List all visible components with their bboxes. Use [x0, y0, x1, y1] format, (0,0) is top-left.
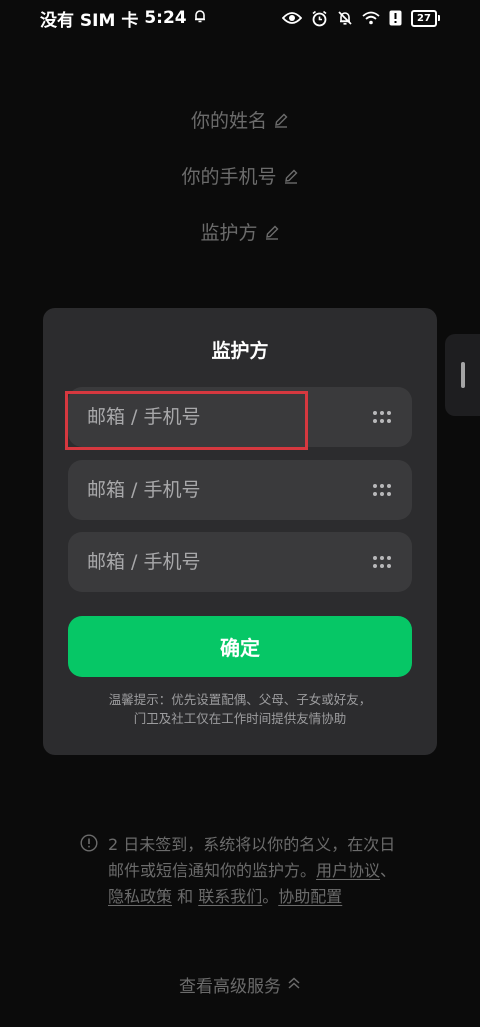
guardian-field[interactable]: 监护方 — [0, 218, 480, 245]
alert-icon — [389, 10, 402, 26]
pencil-icon — [264, 224, 280, 240]
notice-text: 2 日未签到，系统将以你的名义，在次日邮件或短信通知你的监护方。用户协议、隐私政… — [108, 832, 408, 910]
eye-icon — [282, 11, 302, 25]
status-right: 27 — [282, 9, 440, 27]
app-screen: 没有 SIM 卡 5:24 27 你的姓名 你的手机号 监护方 监护方 邮箱 /… — [0, 0, 480, 1027]
contacts-picker-icon[interactable] — [372, 554, 392, 570]
guardian-contact-input-2[interactable] — [68, 460, 348, 520]
battery-tip — [438, 15, 440, 21]
guardian-contact-input-1[interactable] — [68, 387, 348, 447]
handle-bar — [461, 362, 465, 388]
advanced-services-toggle[interactable]: 查看高级服务 — [0, 972, 480, 997]
double-chevron-up-icon — [287, 975, 301, 995]
tip-text: 温馨提示：优先设置配偶、父母、子女或好友， 门卫及社工仅在工作时间提供友情协助 — [63, 690, 417, 728]
carrier-text: 没有 SIM 卡 — [40, 10, 139, 31]
status-left: 没有 SIM 卡 5:24 — [40, 6, 207, 31]
guardian-contact-input-3[interactable] — [68, 532, 348, 592]
contact-us-link[interactable]: 联系我们 — [198, 887, 262, 906]
guardian-input-row-1 — [68, 387, 412, 447]
dialog-title: 监护方 — [211, 340, 269, 362]
contacts-picker-icon[interactable] — [372, 409, 392, 425]
status-bar: 没有 SIM 卡 5:24 27 — [0, 0, 480, 36]
phone-field[interactable]: 你的手机号 — [0, 162, 480, 189]
pencil-icon — [273, 112, 289, 128]
name-label: 你的姓名 — [190, 110, 267, 132]
alarm-icon — [311, 10, 328, 27]
guardian-input-row-3 — [68, 532, 412, 592]
separator: 和 — [172, 887, 199, 906]
privacy-policy-link[interactable]: 隐私政策 — [108, 887, 172, 906]
name-field[interactable]: 你的姓名 — [0, 106, 480, 133]
tip-line-2: 门卫及社工仅在工作时间提供友情协助 — [133, 711, 347, 726]
separator: 。 — [262, 887, 279, 906]
info-icon — [80, 834, 98, 852]
battery-indicator: 27 — [411, 9, 440, 27]
pencil-icon — [283, 168, 299, 184]
user-agreement-link[interactable]: 用户协议 — [316, 861, 380, 880]
confirm-button[interactable]: 确定 — [68, 616, 412, 677]
tip-line-1: 温馨提示：优先设置配偶、父母、子女或好友， — [108, 692, 372, 707]
guardian-label: 监护方 — [200, 222, 258, 244]
guardian-dialog: 监护方 确定 温馨提示：优先设置配偶、父母、子女或好友， 门卫及社工仅在工作时间… — [43, 308, 437, 755]
separator: 、 — [380, 861, 397, 880]
advanced-services-label: 查看高级服务 — [179, 977, 281, 997]
contacts-picker-icon[interactable] — [372, 482, 392, 498]
help-setup-link[interactable]: 协助配置 — [278, 887, 342, 906]
side-drawer-handle[interactable] — [445, 334, 480, 416]
battery-level: 27 — [411, 9, 437, 27]
wifi-icon — [362, 11, 380, 25]
guardian-input-row-2 — [68, 460, 412, 520]
clock-time: 5:24 — [144, 8, 187, 28]
mute-bell-icon — [337, 10, 353, 26]
notification-bell-icon — [193, 8, 207, 28]
phone-label: 你的手机号 — [181, 166, 277, 188]
